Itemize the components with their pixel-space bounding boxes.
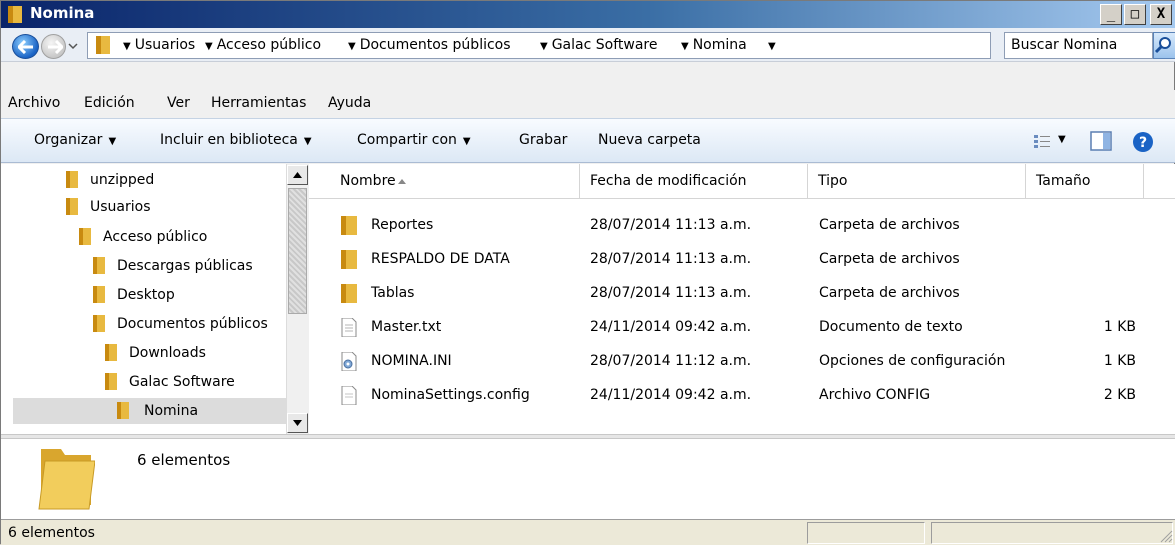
menu-bar: Archivo Edición Ver Herramientas Ayuda (1, 90, 1175, 118)
file-icon (341, 386, 357, 405)
title-bar[interactable]: Nomina _ □ X (1, 1, 1175, 28)
table-row[interactable]: Master.txt 24/11/2014 09:42 a.m. Documen… (309, 311, 1175, 345)
minimize-button[interactable]: _ (1100, 4, 1122, 25)
view-options-chevron-icon[interactable]: ▼ (1058, 134, 1066, 145)
table-row[interactable]: NominaSettings.config 24/11/2014 09:42 a… (309, 379, 1175, 413)
breadcrumb-documentos-publicos[interactable]: ▼ Documentos públicos (348, 37, 511, 53)
sort-ascending-icon (398, 179, 406, 184)
table-row[interactable]: RESPALDO DE DATA 28/07/2014 11:13 a.m. C… (309, 243, 1175, 277)
column-header-type[interactable]: Tipo (808, 164, 1026, 199)
details-pane: 6 elementos (1, 439, 1175, 519)
search-input[interactable] (1005, 33, 1145, 57)
menu-ver[interactable]: Ver (167, 95, 190, 111)
compartir-con-button[interactable]: Compartir con ▼ (357, 132, 471, 148)
tree-item-usuarios[interactable]: Usuarios (66, 194, 281, 220)
tree-item-downloads[interactable]: Downloads (105, 340, 286, 366)
item-count: 6 elementos (137, 451, 231, 469)
scroll-thumb[interactable] (288, 188, 307, 314)
menu-archivo[interactable]: Archivo (8, 95, 60, 111)
folder-icon (117, 402, 129, 419)
breadcrumb-acceso-publico[interactable]: ▼ Acceso público (205, 37, 321, 53)
column-header-size[interactable]: Tamaño (1026, 164, 1144, 199)
preview-pane-icon[interactable] (1090, 131, 1112, 151)
scroll-up-button[interactable] (287, 165, 308, 185)
folder-icon (341, 284, 357, 303)
tree-item-unzipped[interactable]: unzipped (66, 167, 281, 193)
svg-text:?: ? (1139, 135, 1147, 151)
menu-edicion[interactable]: Edición (84, 95, 135, 111)
table-row[interactable]: NOMINA.INI 28/07/2014 11:12 a.m. Opcione… (309, 345, 1175, 379)
menu-ayuda[interactable]: Ayuda (328, 95, 371, 111)
folder-icon (66, 198, 78, 215)
nueva-carpeta-button[interactable]: Nueva carpeta (598, 132, 701, 148)
table-row[interactable]: Tablas 28/07/2014 11:13 a.m. Carpeta de … (309, 277, 1175, 311)
grabar-button[interactable]: Grabar (519, 132, 567, 148)
column-header-date[interactable]: Fecha de modificación (580, 164, 808, 199)
scroll-down-button[interactable] (287, 413, 308, 433)
forward-button[interactable] (41, 34, 66, 59)
tree-item-documentos-publicos[interactable]: Documentos públicos (93, 311, 286, 337)
folder-icon (93, 315, 105, 332)
settings-file-icon (341, 352, 357, 371)
incluir-en-biblioteca-button[interactable]: Incluir en biblioteca ▼ (160, 132, 312, 148)
search-button[interactable] (1153, 32, 1175, 59)
menu-herramientas[interactable]: Herramientas (211, 95, 306, 111)
view-options-icon[interactable] (1034, 134, 1050, 150)
folder-icon (105, 344, 117, 361)
file-list[interactable]: Nombre Fecha de modificación Tipo Tamaño… (309, 164, 1175, 434)
navigation-pane[interactable]: unzipped Usuarios Acceso público Descarg… (1, 164, 308, 434)
search-field[interactable] (1004, 32, 1153, 59)
nav-scrollbar[interactable] (286, 164, 308, 434)
column-header-row: Nombre Fecha de modificación Tipo Tamaño (309, 164, 1175, 199)
breadcrumb-galac-software[interactable]: ▼ Galac Software (540, 37, 657, 53)
status-text: 6 elementos (8, 525, 95, 541)
command-bar: Organizar ▼ Incluir en biblioteca ▼ Compar… (1, 118, 1175, 163)
folder-icon (38, 449, 95, 510)
folder-icon (105, 373, 117, 390)
breadcrumb-nomina[interactable]: ▼ Nomina (681, 37, 747, 53)
resize-grip-icon[interactable] (1159, 529, 1173, 543)
column-header-name[interactable]: Nombre (330, 164, 580, 199)
back-button[interactable] (12, 34, 39, 59)
breadcrumb-overflow-chevron-icon[interactable]: ▼ (768, 37, 780, 53)
tree-item-acceso-publico[interactable]: Acceso público (79, 224, 284, 250)
status-bar: 6 elementos (1, 519, 1175, 545)
arrow-left-icon (18, 40, 33, 54)
folder-icon (96, 36, 110, 54)
dropdown-arrow-icon: ▼ (462, 136, 471, 147)
folder-icon (8, 6, 22, 23)
folder-icon (341, 216, 357, 235)
folder-icon (79, 228, 91, 245)
address-bar[interactable]: ▼ Usuarios ▼ Acceso público ▼ Documentos pú… (87, 32, 1071, 59)
table-row[interactable]: Reportes 28/07/2014 11:13 a.m. Carpeta d… (309, 209, 1175, 243)
search-icon (1154, 37, 1171, 54)
arrow-up-icon (293, 172, 302, 178)
text-file-icon (341, 318, 357, 337)
dropdown-arrow-icon: ▼ (303, 136, 312, 147)
folder-icon (93, 257, 105, 274)
tree-item-desktop[interactable]: Desktop (93, 282, 286, 308)
dropdown-arrow-icon: ▼ (108, 136, 117, 147)
recent-pages-chevron-icon[interactable] (68, 41, 78, 51)
maximize-button[interactable]: □ (1124, 4, 1146, 25)
address-toolbar: ▼ Usuarios ▼ Acceso público ▼ Documentos pú… (1, 28, 1175, 62)
folder-icon (66, 171, 78, 188)
close-button[interactable]: X (1150, 4, 1172, 25)
tree-item-nomina[interactable]: Nomina (13, 398, 286, 424)
tree-item-galac-software[interactable]: Galac Software (105, 369, 286, 395)
status-panel (807, 522, 925, 544)
tree-item-descargas-publicas[interactable]: Descargas públicas (93, 253, 286, 279)
window-title: Nomina (30, 4, 95, 22)
explorer-window: Nomina _ □ X ▼ Usuarios ▼ Acceso público ▼… (0, 0, 1175, 545)
folder-icon (93, 286, 105, 303)
status-panel (931, 522, 1173, 544)
help-icon[interactable]: ? (1132, 131, 1154, 153)
arrow-down-icon (293, 420, 302, 426)
organizar-button[interactable]: Organizar ▼ (34, 132, 116, 148)
folder-icon (341, 250, 357, 269)
arrow-right-icon (48, 40, 63, 54)
breadcrumb-usuarios[interactable]: ▼ Usuarios (123, 37, 195, 53)
